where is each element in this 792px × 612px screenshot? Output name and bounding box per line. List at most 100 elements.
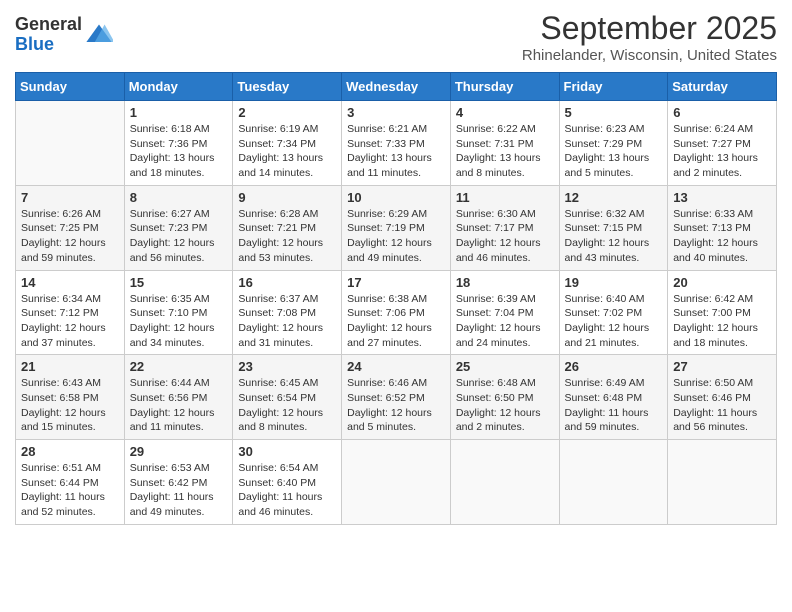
day-cell: 28 Sunrise: 6:51 AMSunset: 6:44 PMDayligh… <box>16 440 125 525</box>
calendar-table: SundayMondayTuesdayWednesdayThursdayFrid… <box>15 72 777 525</box>
logo-blue: Blue <box>15 35 82 55</box>
day-info: Sunrise: 6:50 AMSunset: 6:46 PMDaylight:… <box>673 376 771 435</box>
day-info: Sunrise: 6:29 AMSunset: 7:19 PMDaylight:… <box>347 207 445 266</box>
title-block: September 2025 Rhinelander, Wisconsin, U… <box>522 10 777 64</box>
day-number: 19 <box>565 275 663 290</box>
day-info: Sunrise: 6:37 AMSunset: 7:08 PMDaylight:… <box>238 292 336 351</box>
month-title: September 2025 <box>522 10 777 47</box>
header-day-saturday: Saturday <box>668 73 777 101</box>
day-cell: 10Sunrise: 6:29 AMSunset: 7:19 PMDayligh… <box>342 185 451 270</box>
header-day-tuesday: Tuesday <box>233 73 342 101</box>
day-cell: 26 Sunrise: 6:49 AMSunset: 6:48 PMDayligh… <box>559 355 668 440</box>
day-number: 9 <box>238 190 336 205</box>
logo-icon <box>85 21 113 49</box>
day-number: 23 <box>238 359 336 374</box>
week-row-2: 7 Sunrise: 6:26 AMSunset: 7:25 PMDaylight… <box>16 185 777 270</box>
day-info: Sunrise: 6:32 AMSunset: 7:15 PMDaylight:… <box>565 207 663 266</box>
day-number: 25 <box>456 359 554 374</box>
day-number: 8 <box>130 190 228 205</box>
day-cell: 11 Sunrise: 6:30 AMSunset: 7:17 PMDayligh… <box>450 185 559 270</box>
day-cell <box>342 440 451 525</box>
day-cell: 20Sunrise: 6:42 AMSunset: 7:00 PMDayligh… <box>668 270 777 355</box>
day-number: 13 <box>673 190 771 205</box>
location-title: Rhinelander, Wisconsin, United States <box>522 47 777 64</box>
day-number: 18 <box>456 275 554 290</box>
header-row: SundayMondayTuesdayWednesdayThursdayFrid… <box>16 73 777 101</box>
day-cell <box>668 440 777 525</box>
day-info: Sunrise: 6:26 AMSunset: 7:25 PMDaylight:… <box>21 207 119 266</box>
day-cell: 24Sunrise: 6:46 AMSunset: 6:52 PMDayligh… <box>342 355 451 440</box>
day-number: 15 <box>130 275 228 290</box>
day-cell: 1 Sunrise: 6:18 AMSunset: 7:36 PMDaylight… <box>124 101 233 186</box>
day-cell: 8 Sunrise: 6:27 AMSunset: 7:23 PMDaylight… <box>124 185 233 270</box>
day-info: Sunrise: 6:48 AMSunset: 6:50 PMDaylight:… <box>456 376 554 435</box>
day-number: 26 <box>565 359 663 374</box>
day-cell: 16Sunrise: 6:37 AMSunset: 7:08 PMDayligh… <box>233 270 342 355</box>
day-cell: 17 Sunrise: 6:38 AMSunset: 7:06 PMDayligh… <box>342 270 451 355</box>
day-cell: 13 Sunrise: 6:33 AMSunset: 7:13 PMDayligh… <box>668 185 777 270</box>
day-number: 22 <box>130 359 228 374</box>
day-info: Sunrise: 6:21 AMSunset: 7:33 PMDaylight:… <box>347 122 445 181</box>
day-info: Sunrise: 6:40 AMSunset: 7:02 PMDaylight:… <box>565 292 663 351</box>
day-info: Sunrise: 6:18 AMSunset: 7:36 PMDaylight:… <box>130 122 228 181</box>
day-cell: 14Sunrise: 6:34 AMSunset: 7:12 PMDayligh… <box>16 270 125 355</box>
day-cell <box>16 101 125 186</box>
day-info: Sunrise: 6:22 AMSunset: 7:31 PMDaylight:… <box>456 122 554 181</box>
day-number: 5 <box>565 105 663 120</box>
day-info: Sunrise: 6:51 AMSunset: 6:44 PMDaylight:… <box>21 461 119 520</box>
day-info: Sunrise: 6:35 AMSunset: 7:10 PMDaylight:… <box>130 292 228 351</box>
day-cell: 19 Sunrise: 6:40 AMSunset: 7:02 PMDayligh… <box>559 270 668 355</box>
day-number: 12 <box>565 190 663 205</box>
day-info: Sunrise: 6:24 AMSunset: 7:27 PMDaylight:… <box>673 122 771 181</box>
day-info: Sunrise: 6:42 AMSunset: 7:00 PMDaylight:… <box>673 292 771 351</box>
day-cell <box>450 440 559 525</box>
logo-general: General <box>15 15 82 35</box>
day-cell: 2Sunrise: 6:19 AMSunset: 7:34 PMDaylight… <box>233 101 342 186</box>
week-row-4: 21 Sunrise: 6:43 AMSunset: 6:58 PMDayligh… <box>16 355 777 440</box>
day-cell: 21 Sunrise: 6:43 AMSunset: 6:58 PMDayligh… <box>16 355 125 440</box>
day-number: 3 <box>347 105 445 120</box>
day-number: 11 <box>456 190 554 205</box>
day-info: Sunrise: 6:43 AMSunset: 6:58 PMDaylight:… <box>21 376 119 435</box>
header-day-thursday: Thursday <box>450 73 559 101</box>
day-number: 17 <box>347 275 445 290</box>
day-number: 1 <box>130 105 228 120</box>
day-info: Sunrise: 6:27 AMSunset: 7:23 PMDaylight:… <box>130 207 228 266</box>
day-number: 4 <box>456 105 554 120</box>
header-day-wednesday: Wednesday <box>342 73 451 101</box>
day-info: Sunrise: 6:39 AMSunset: 7:04 PMDaylight:… <box>456 292 554 351</box>
day-number: 14 <box>21 275 119 290</box>
day-info: Sunrise: 6:49 AMSunset: 6:48 PMDaylight:… <box>565 376 663 435</box>
day-cell: 6 Sunrise: 6:24 AMSunset: 7:27 PMDaylight… <box>668 101 777 186</box>
day-info: Sunrise: 6:28 AMSunset: 7:21 PMDaylight:… <box>238 207 336 266</box>
day-info: Sunrise: 6:38 AMSunset: 7:06 PMDaylight:… <box>347 292 445 351</box>
day-cell: 23 Sunrise: 6:45 AMSunset: 6:54 PMDayligh… <box>233 355 342 440</box>
header-day-sunday: Sunday <box>16 73 125 101</box>
day-number: 21 <box>21 359 119 374</box>
header-day-friday: Friday <box>559 73 668 101</box>
day-number: 28 <box>21 444 119 459</box>
day-info: Sunrise: 6:23 AMSunset: 7:29 PMDaylight:… <box>565 122 663 181</box>
day-cell: 22Sunrise: 6:44 AMSunset: 6:56 PMDayligh… <box>124 355 233 440</box>
day-number: 24 <box>347 359 445 374</box>
week-row-5: 28 Sunrise: 6:51 AMSunset: 6:44 PMDayligh… <box>16 440 777 525</box>
day-number: 27 <box>673 359 771 374</box>
day-info: Sunrise: 6:45 AMSunset: 6:54 PMDaylight:… <box>238 376 336 435</box>
day-cell: 27 Sunrise: 6:50 AMSunset: 6:46 PMDayligh… <box>668 355 777 440</box>
day-cell: 29Sunrise: 6:53 AMSunset: 6:42 PMDayligh… <box>124 440 233 525</box>
logo: General Blue <box>15 15 113 55</box>
day-cell <box>559 440 668 525</box>
day-cell: 15 Sunrise: 6:35 AMSunset: 7:10 PMDayligh… <box>124 270 233 355</box>
day-number: 7 <box>21 190 119 205</box>
day-number: 6 <box>673 105 771 120</box>
day-number: 29 <box>130 444 228 459</box>
day-cell: 12 Sunrise: 6:32 AMSunset: 7:15 PMDayligh… <box>559 185 668 270</box>
day-number: 2 <box>238 105 336 120</box>
day-info: Sunrise: 6:33 AMSunset: 7:13 PMDaylight:… <box>673 207 771 266</box>
week-row-3: 14Sunrise: 6:34 AMSunset: 7:12 PMDayligh… <box>16 270 777 355</box>
day-info: Sunrise: 6:30 AMSunset: 7:17 PMDaylight:… <box>456 207 554 266</box>
day-cell: 7 Sunrise: 6:26 AMSunset: 7:25 PMDaylight… <box>16 185 125 270</box>
week-row-1: 1 Sunrise: 6:18 AMSunset: 7:36 PMDaylight… <box>16 101 777 186</box>
day-number: 30 <box>238 444 336 459</box>
day-cell: 18 Sunrise: 6:39 AMSunset: 7:04 PMDayligh… <box>450 270 559 355</box>
